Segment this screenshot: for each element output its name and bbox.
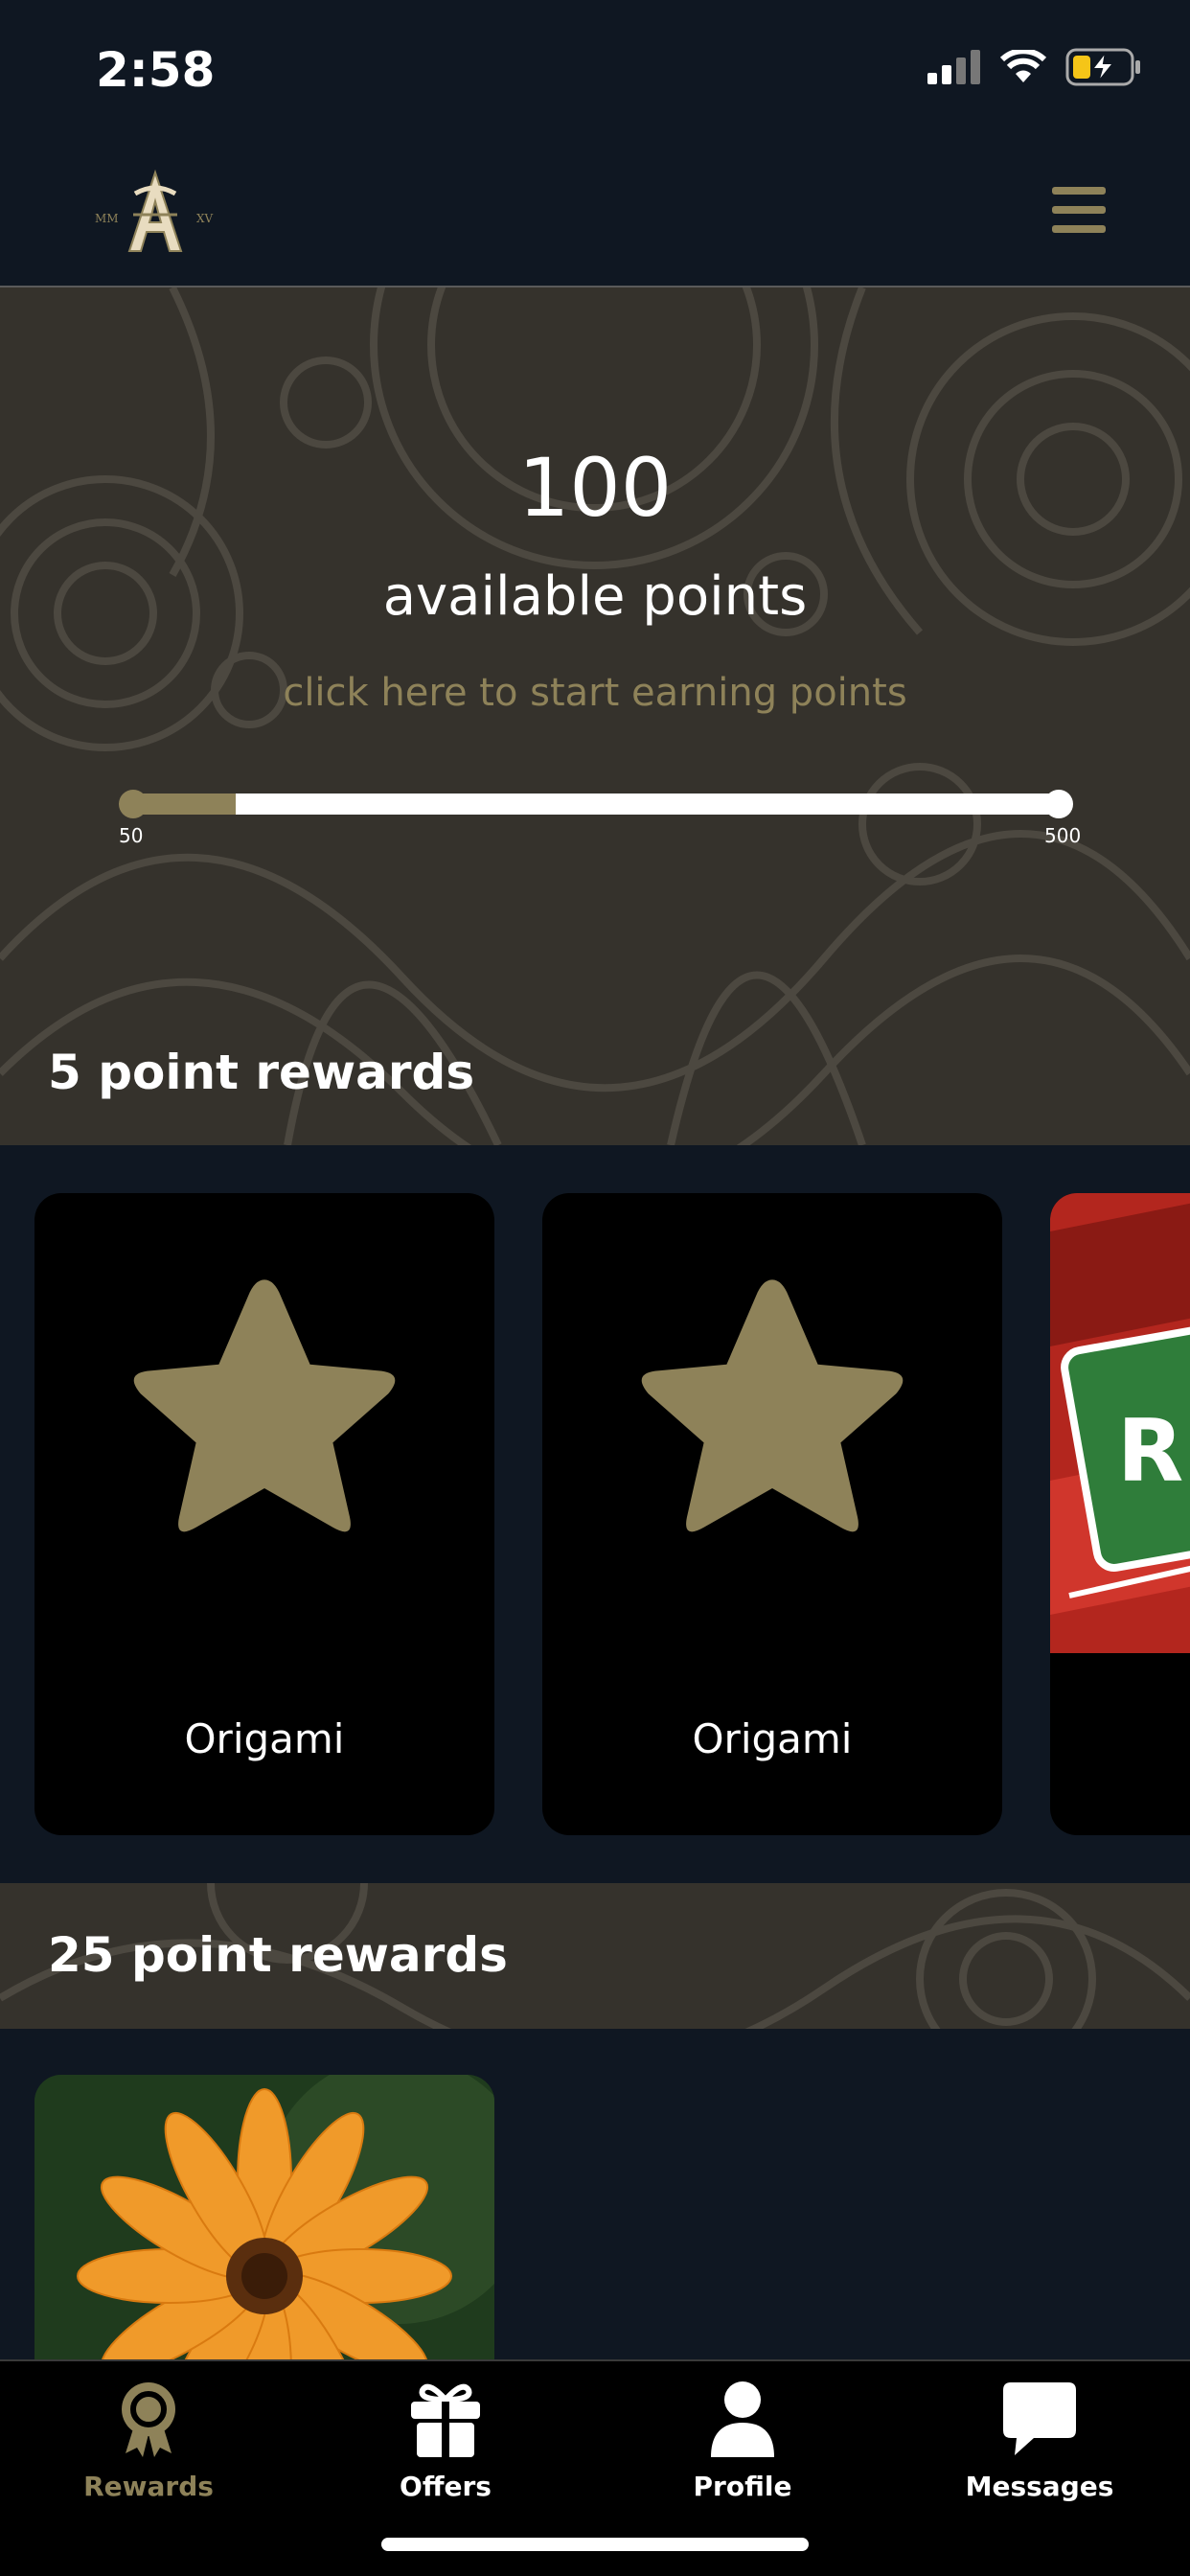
status-time: 2:58	[96, 42, 216, 98]
tab-label: Messages	[965, 2471, 1114, 2502]
reward-card-label: Origami	[184, 1715, 345, 1762]
tab-profile[interactable]: Profile	[594, 2380, 891, 2502]
home-indicator[interactable]	[381, 2538, 809, 2551]
progress-start-knob	[119, 790, 148, 818]
svg-text:XV: XV	[196, 212, 214, 225]
start-earning-link[interactable]: click here to start earning points	[0, 671, 1190, 715]
progress-end-knob	[1044, 790, 1073, 818]
tab-offers[interactable]: Offers	[297, 2380, 594, 2502]
reward-card-origami[interactable]: Origami	[34, 1193, 494, 1835]
progress-max-label: 500	[1044, 824, 1082, 847]
tab-rewards[interactable]: Rewards	[0, 2380, 297, 2502]
available-points-label: available points	[382, 565, 808, 628]
tab-label: Offers	[400, 2471, 492, 2502]
monogram-logo-icon[interactable]: MM XV	[91, 165, 220, 261]
tab-label: Rewards	[83, 2471, 214, 2502]
cash-image: R	[1050, 1193, 1190, 1653]
points-progress-fill	[132, 794, 236, 815]
svg-text:R: R	[1117, 1401, 1183, 1502]
section-header-25-point: 25 point rewards	[0, 1883, 1190, 2029]
star-icon	[641, 1279, 904, 1532]
points-hero: 100 available points click here to start…	[0, 288, 1190, 1145]
battery-charging-icon	[1065, 48, 1140, 86]
reward-card-origami[interactable]: Origami	[542, 1193, 1002, 1835]
svg-text:MM: MM	[95, 212, 119, 225]
status-icons	[927, 48, 1142, 86]
signal-icon	[927, 50, 980, 84]
reward-card-cash[interactable]: R	[1050, 1193, 1190, 1835]
reward-card-label: Origami	[692, 1715, 853, 1762]
tab-label: Profile	[693, 2471, 792, 2502]
person-icon	[711, 2381, 774, 2457]
section-title-5-point: 5 point rewards	[48, 1045, 475, 1100]
gift-icon	[411, 2383, 480, 2457]
app-header: MM XV	[0, 134, 1190, 288]
star-icon	[133, 1279, 396, 1532]
available-points-value: 100	[517, 441, 673, 535]
progress-min-label: 50	[119, 824, 144, 847]
chat-bubble-icon	[1003, 2382, 1076, 2455]
tab-messages[interactable]: Messages	[891, 2380, 1188, 2502]
section-title-25-point: 25 point rewards	[48, 1927, 508, 1983]
paisley-pattern-background	[0, 288, 1190, 1145]
wifi-icon	[1000, 50, 1046, 82]
points-progress-bar	[119, 790, 1073, 818]
status-bar: 2:58	[0, 0, 1190, 134]
rewards-row-5-point[interactable]: Origami Origami R	[0, 1145, 1190, 1883]
hamburger-icon[interactable]	[1052, 187, 1106, 233]
award-ribbon-icon	[122, 2382, 175, 2457]
